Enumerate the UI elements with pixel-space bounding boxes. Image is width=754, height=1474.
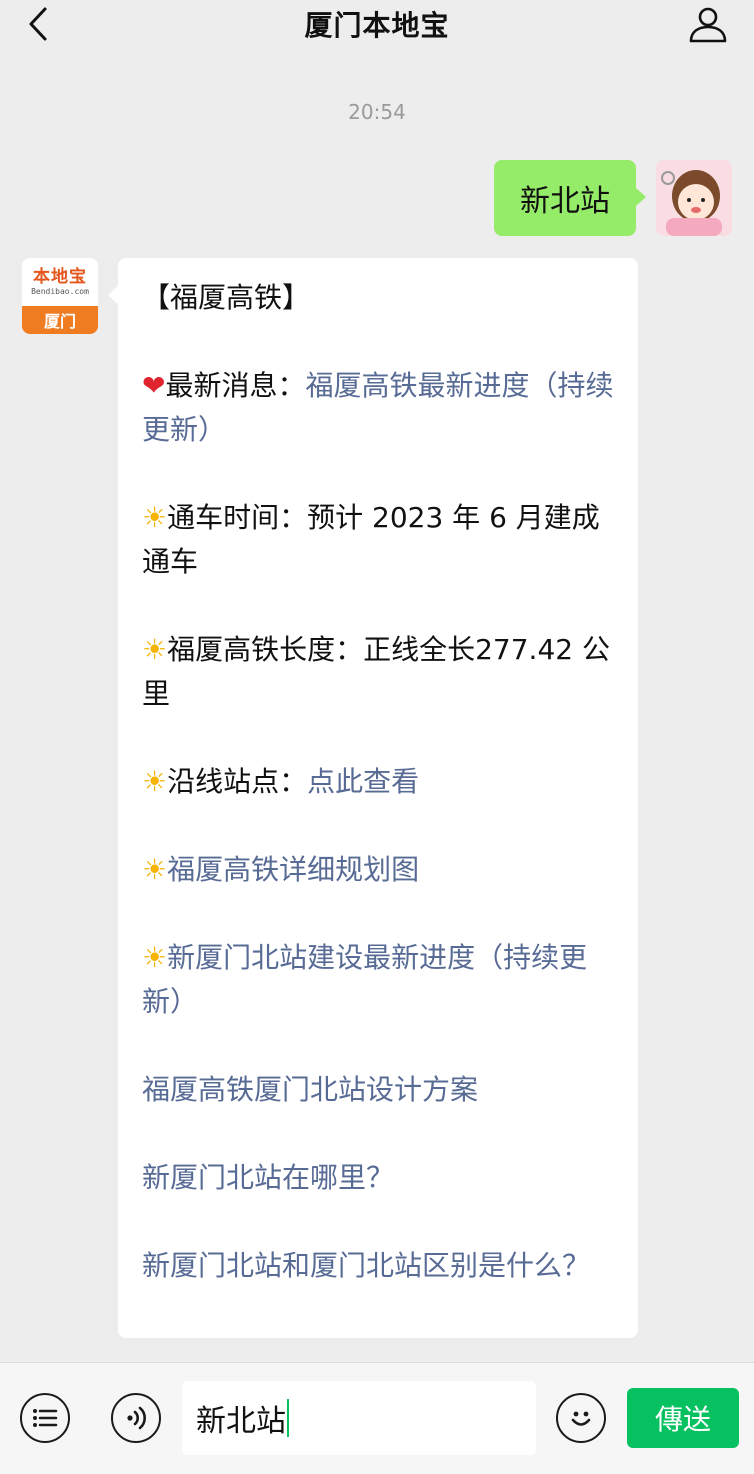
message-input-value: 新北站 xyxy=(196,1404,286,1439)
north-progress-link[interactable]: 新厦门北站建设最新进度（持续更新） xyxy=(142,941,587,1018)
chevron-left-icon xyxy=(29,7,47,41)
menu-button[interactable] xyxy=(20,1393,70,1443)
length-text: 福厦高铁长度：正线全长277.42 公里 xyxy=(142,633,610,710)
sun-icon: ☀ xyxy=(142,941,168,974)
message-input[interactable]: 新北站 xyxy=(182,1381,536,1455)
user-avatar[interactable] xyxy=(656,160,732,236)
sun-icon: ☀ xyxy=(142,853,168,886)
difference-link[interactable]: 新厦门北站和厦门北站区别是什么？ xyxy=(142,1249,590,1282)
plan-line: ☀福厦高铁详细规划图 xyxy=(142,848,618,892)
north-progress-line: ☀新厦门北站建设最新进度（持续更新） xyxy=(142,936,618,1024)
chat-title: 厦门本地宝 xyxy=(304,9,450,42)
user-message-bubble[interactable]: 新北站 xyxy=(494,160,646,236)
smiley-icon xyxy=(571,1411,591,1426)
bot-avatar[interactable]: 本地宝 Bendibao.com 厦门 xyxy=(22,258,98,334)
design-link[interactable]: 福厦高铁厦门北站设计方案 xyxy=(142,1073,478,1106)
back-button[interactable] xyxy=(18,4,58,44)
bot-domain-text: Bendibao.com xyxy=(31,287,89,296)
sun-icon: ☀ xyxy=(142,765,168,798)
heart-icon: ❤ xyxy=(142,369,166,402)
stations-link[interactable]: 点此查看 xyxy=(307,765,419,798)
open-time-line: ☀通车时间：预计 2023 年 6 月建成通车 xyxy=(142,496,618,584)
design-line: 福厦高铁厦门北站设计方案 xyxy=(142,1068,618,1112)
difference-line: 新厦门北站和厦门北站区别是什么？ xyxy=(142,1244,618,1288)
where-link[interactable]: 新厦门北站在哪里？ xyxy=(142,1161,394,1194)
bot-city-text: 厦门 xyxy=(22,306,98,334)
message-title: 【福厦高铁】 xyxy=(142,281,311,314)
voice-button[interactable] xyxy=(111,1393,161,1443)
list-icon xyxy=(33,1409,58,1427)
sun-icon: ☀ xyxy=(142,501,168,534)
bot-message-bubble: 【福厦高铁】 ❤最新消息：福厦高铁最新进度（持续更新） ☀通车时间：预计 202… xyxy=(108,258,638,1338)
user-message-text: 新北站 xyxy=(520,184,610,219)
input-bar: 新北站 傳送 xyxy=(0,1362,754,1474)
message-timestamp: 20:54 xyxy=(348,100,406,124)
latest-news-line: ❤最新消息：福厦高铁最新进度（持续更新） xyxy=(142,364,618,452)
emoji-button[interactable] xyxy=(556,1393,606,1443)
profile-button[interactable] xyxy=(686,2,730,46)
user-avatar-image xyxy=(656,160,732,236)
voice-icon xyxy=(127,1406,146,1430)
length-line: ☀福厦高铁长度：正线全长277.42 公里 xyxy=(142,628,618,716)
where-line: 新厦门北站在哪里？ xyxy=(142,1156,618,1200)
person-icon xyxy=(689,7,727,43)
stations-label: 沿线站点： xyxy=(167,765,308,798)
open-time-text: 通车时间：预计 2023 年 6 月建成通车 xyxy=(142,501,600,578)
stations-line: ☀沿线站点：点此查看 xyxy=(142,760,618,804)
send-button[interactable]: 傳送 xyxy=(627,1388,739,1448)
latest-news-label: 最新消息： xyxy=(165,369,306,402)
sun-icon: ☀ xyxy=(142,633,168,666)
text-caret xyxy=(287,1399,289,1437)
nav-bar: 厦门本地宝 xyxy=(0,0,754,48)
plan-link[interactable]: 福厦高铁详细规划图 xyxy=(167,853,419,886)
bot-brand-text: 本地宝 xyxy=(33,267,87,287)
bot-avatar-logo: 本地宝 Bendibao.com xyxy=(22,258,98,306)
